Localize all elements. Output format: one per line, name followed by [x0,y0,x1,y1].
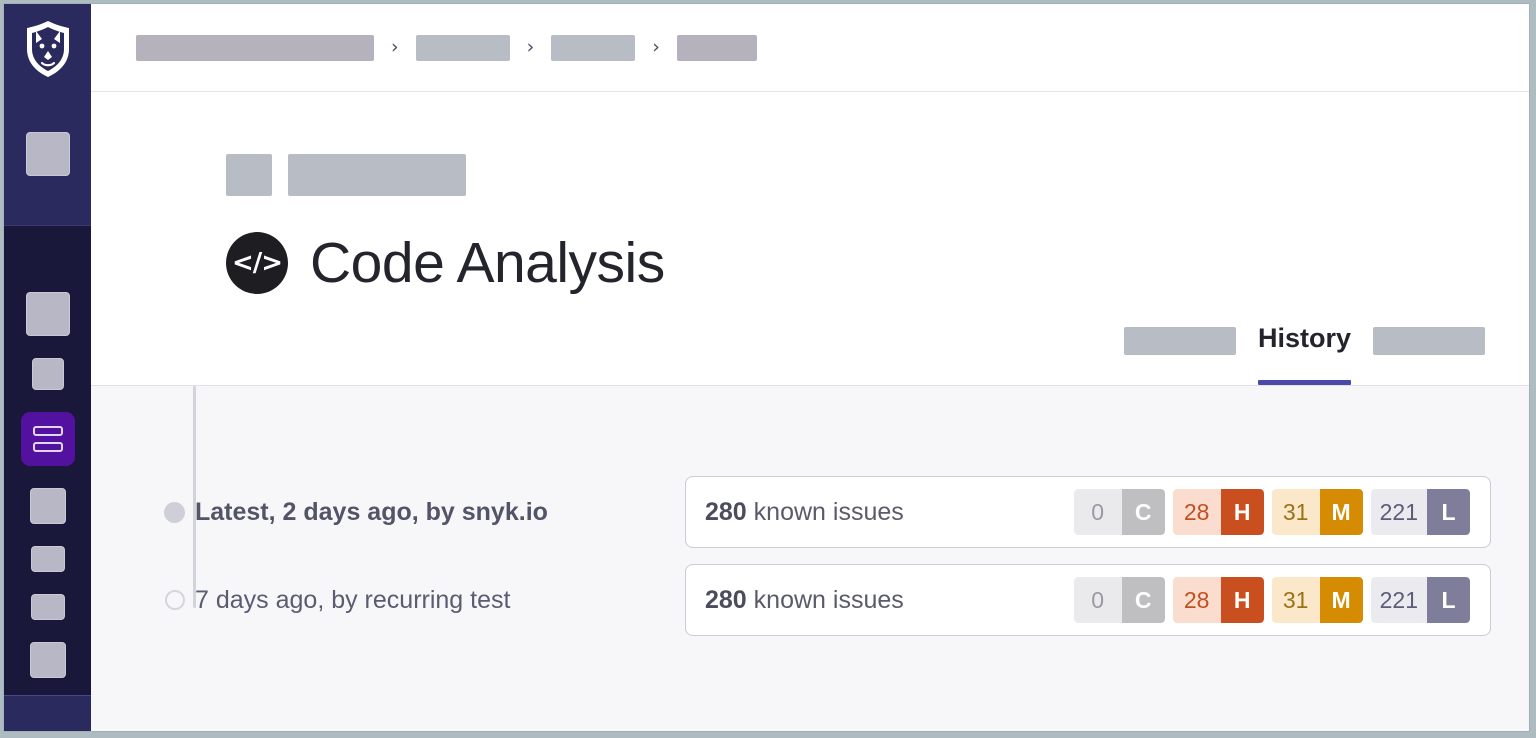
severity-letter-low: L [1427,577,1470,623]
severity-letter-high: H [1220,489,1264,535]
severity-count-critical: 0 [1073,577,1122,623]
timeline-marker-wrap [91,590,195,610]
severity-badge-medium[interactable]: 31 M [1271,489,1363,535]
chevron-right-icon-2: › [652,36,660,58]
sidebar-item-placeholder-6[interactable] [29,642,66,678]
severity-badge-critical[interactable]: 0 C [1073,489,1165,535]
severity-badge-group: 0 C 28 H 31 M 221 L [1073,489,1470,535]
severity-count-medium: 31 [1271,489,1320,535]
hollow-dot-icon [165,590,185,610]
history-row-label: 7 days ago, by recurring test [195,585,511,614]
severity-count-medium: 31 [1271,577,1320,623]
history-row-label: Latest, 2 days ago, by snyk.io [195,497,548,526]
header-tag-0[interactable] [226,154,272,196]
active-tab-indicator [1257,380,1351,385]
breadcrumb-item-2[interactable] [551,34,636,61]
tab-placeholder-left[interactable] [1123,326,1236,355]
sidebar-item-placeholder-2[interactable] [31,358,64,390]
primary-sidebar [4,4,91,731]
severity-badge-medium[interactable]: 31 M [1271,577,1363,623]
breadcrumb-item-3[interactable] [676,34,757,61]
severity-badge-critical[interactable]: 0 C [1073,577,1165,623]
page-header: </> Code Analysis [91,92,1529,296]
sidebar-nav-section [4,226,91,695]
sidebar-item-placeholder-0[interactable] [25,132,70,176]
sidebar-top-section [4,4,91,226]
severity-letter-medium: M [1319,489,1363,535]
issues-count-suffix: known issues [753,585,904,614]
severity-count-high: 28 [1172,489,1221,535]
breadcrumb: › › › [91,4,1529,92]
tab-history-label: History [1257,323,1351,353]
chevron-right-icon-1: › [526,36,535,58]
severity-letter-low: L [1427,489,1470,535]
sidebar-item-placeholder-1[interactable] [25,292,70,336]
tab-placeholder-right[interactable] [1373,326,1485,355]
severity-count-low: 221 [1370,577,1427,623]
breadcrumb-item-0[interactable] [136,34,374,61]
severity-badge-group: 0 C 28 H 31 M 221 L [1073,577,1470,623]
filled-dot-icon [164,501,185,523]
issues-count-value: 280 [705,585,747,614]
breadcrumb-item-1[interactable] [415,34,510,61]
history-panel: Latest, 2 days ago, by snyk.io 280 known… [91,386,1529,731]
code-brackets-icon: </> [226,232,288,294]
severity-count-critical: 0 [1073,489,1122,535]
sidebar-item-placeholder-4[interactable] [30,546,65,572]
header-tag-1[interactable] [288,154,466,196]
issues-count-value: 280 [705,497,747,526]
snyk-dog-logo-icon[interactable] [22,18,74,80]
severity-letter-critical: C [1121,489,1165,535]
sidebar-footer [4,695,91,731]
tab-bar: History [91,296,1529,386]
severity-count-low: 221 [1370,489,1427,535]
issues-count-text: 280 known issues [705,586,904,615]
severity-badge-high[interactable]: 28 H [1172,489,1264,535]
main-content: › › › </> Code Analysis History Latest, … [91,4,1529,731]
stacked-rows-icon [32,426,63,452]
severity-letter-critical: C [1121,577,1165,623]
severity-letter-medium: M [1319,577,1363,623]
issues-summary-card[interactable]: 280 known issues 0 C 28 H 31 M 221 L [685,564,1491,636]
chevron-right-icon-0: › [391,36,399,58]
page-title: Code Analysis [310,231,665,295]
severity-badge-high[interactable]: 28 H [1172,577,1264,623]
severity-count-high: 28 [1172,577,1221,623]
severity-letter-high: H [1220,577,1264,623]
timeline-marker-wrap [91,501,195,523]
sidebar-item-placeholder-3[interactable] [29,488,66,524]
issues-count-text: 280 known issues [705,498,904,527]
app-frame: › › › </> Code Analysis History Latest, … [3,3,1530,732]
history-row[interactable]: 7 days ago, by recurring test 280 known … [91,557,1529,643]
sidebar-item-placeholder-5[interactable] [30,594,65,620]
issues-summary-card[interactable]: 280 known issues 0 C 28 H 31 M 221 L [685,476,1491,548]
page-title-row: </> Code Analysis [226,230,1529,296]
severity-badge-low[interactable]: 221 L [1370,489,1470,535]
issues-count-suffix: known issues [753,497,904,526]
sidebar-item-projects-active[interactable] [20,412,75,466]
history-row[interactable]: Latest, 2 days ago, by snyk.io 280 known… [91,469,1529,555]
tab-history[interactable]: History [1257,323,1351,385]
severity-badge-low[interactable]: 221 L [1370,577,1470,623]
header-tag-row [226,154,1529,196]
app-root: › › › </> Code Analysis History Latest, … [0,0,1536,738]
